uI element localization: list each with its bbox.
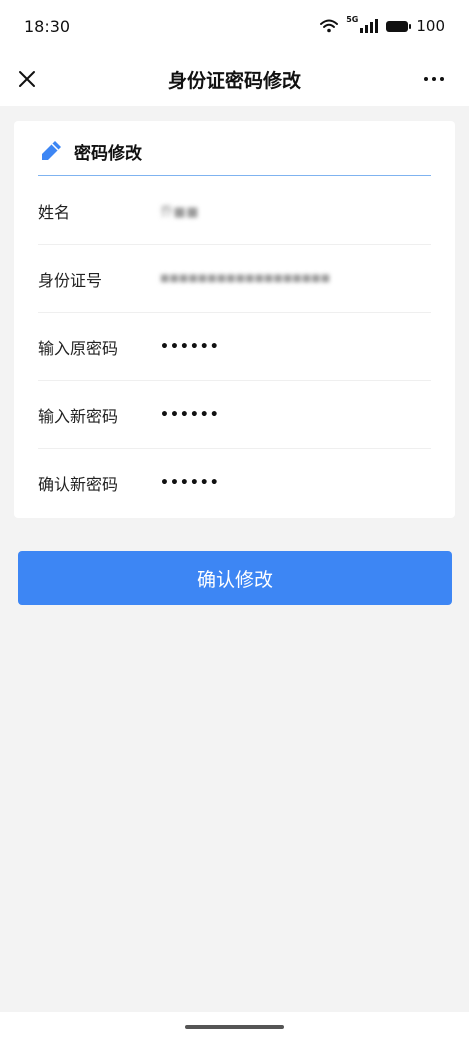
close-button[interactable] bbox=[12, 64, 42, 94]
close-icon bbox=[19, 71, 35, 87]
more-icon bbox=[432, 77, 436, 81]
signal-icon bbox=[360, 19, 379, 33]
more-button[interactable] bbox=[419, 64, 449, 94]
new-password-field[interactable]: •••••• bbox=[160, 407, 220, 423]
confirm-button[interactable]: 确认修改 bbox=[18, 551, 452, 605]
password-form-card: 密码修改 姓名 乔■■ 身份证号 ■■■■■■■■■■■■■■■■■■ 输入原密… bbox=[14, 121, 455, 518]
status-bar: 18:30 5G 100 bbox=[0, 0, 469, 52]
battery-level: 100 bbox=[416, 17, 445, 35]
nav-bar: 身份证密码修改 bbox=[0, 52, 469, 106]
form-row-old-password[interactable]: 输入原密码 •••••• bbox=[38, 313, 431, 381]
name-value: 乔■■ bbox=[160, 205, 200, 220]
card-header: 密码修改 bbox=[38, 133, 142, 169]
wifi-icon bbox=[320, 19, 339, 33]
status-indicators: 5G 100 bbox=[320, 15, 445, 35]
form-row-name: 姓名 乔■■ bbox=[38, 177, 431, 245]
more-icon bbox=[440, 77, 444, 81]
confirm-password-field[interactable]: •••••• bbox=[160, 475, 220, 491]
bottom-bar bbox=[0, 1012, 469, 1042]
new-password-label: 输入新密码 bbox=[38, 406, 119, 426]
form-row-id-number: 身份证号 ■■■■■■■■■■■■■■■■■■ bbox=[38, 245, 431, 313]
card-divider bbox=[38, 175, 431, 176]
name-label: 姓名 bbox=[38, 202, 71, 222]
id-number-value: ■■■■■■■■■■■■■■■■■■ bbox=[160, 273, 331, 284]
form-row-new-password[interactable]: 输入新密码 •••••• bbox=[38, 381, 431, 449]
network-type-label: 5G bbox=[346, 15, 359, 24]
status-time: 18:30 bbox=[24, 16, 71, 36]
home-indicator[interactable] bbox=[185, 1025, 284, 1029]
card-title: 密码修改 bbox=[74, 143, 142, 164]
more-icon bbox=[424, 77, 428, 81]
confirm-password-label: 确认新密码 bbox=[38, 475, 119, 494]
form-row-confirm-password[interactable]: 确认新密码 •••••• bbox=[38, 449, 431, 517]
old-password-field[interactable]: •••••• bbox=[160, 339, 220, 355]
battery-icon bbox=[386, 20, 412, 32]
page-title: 身份证密码修改 bbox=[167, 69, 301, 92]
pencil-icon bbox=[42, 141, 61, 160]
old-password-label: 输入原密码 bbox=[38, 338, 119, 358]
id-number-label: 身份证号 bbox=[38, 270, 103, 290]
